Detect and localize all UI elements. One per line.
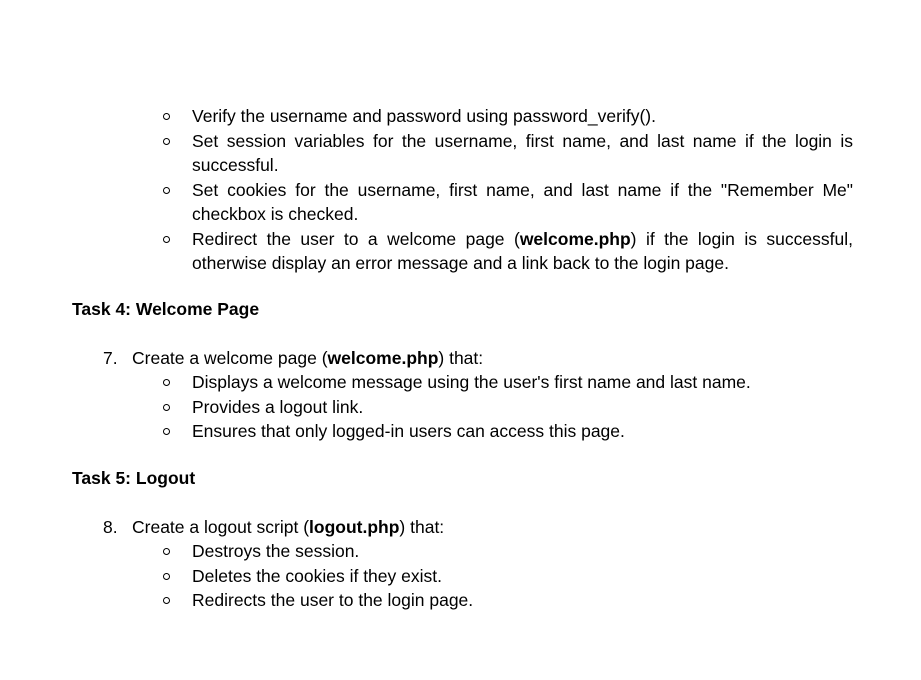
hollow-bullet-icon	[163, 597, 170, 604]
list-item: Set cookies for the username, first name…	[163, 178, 853, 227]
bullet-text: Set session variables for the username, …	[192, 130, 853, 176]
hollow-bullet-icon	[163, 137, 170, 145]
hollow-bullet-icon	[163, 428, 170, 435]
item-text-filename: logout.php	[309, 517, 400, 537]
task5-heading: Task 5: Logout	[72, 468, 196, 488]
hollow-bullet-icon	[163, 403, 170, 411]
bullet-text-pre: Redirect the user to a welcome page (	[192, 228, 520, 249]
item-text-filename: welcome.php	[327, 348, 439, 368]
hollow-bullet-icon	[163, 379, 170, 386]
hollow-bullet-icon	[163, 235, 170, 243]
task3-bullet-list: Verify the username and password using p…	[163, 104, 853, 276]
item-number: 7.	[103, 348, 118, 368]
bullet-text: Deletes the cookies if they exist.	[192, 565, 442, 586]
bullet-text: Set cookies for the username, first name…	[192, 179, 853, 225]
bullet-text: Redirects the user to the login page.	[192, 590, 474, 610]
item-text-post: ) that:	[438, 348, 484, 368]
task4-heading: Task 4: Welcome Page	[72, 299, 260, 319]
list-item: Redirect the user to a welcome page (wel…	[163, 227, 853, 276]
task5-bullet-list: Destroys the session. Deletes the cookie…	[163, 539, 853, 613]
item-text-pre: Create a logout script (	[132, 517, 310, 537]
task5-numbered-item: 8. Create a logout script (logout.php) th…	[103, 515, 444, 540]
hollow-bullet-icon	[163, 548, 170, 555]
item-text-post: ) that:	[399, 517, 445, 537]
bullet-text: Verify the username and password using p…	[192, 106, 656, 126]
bullet-text: Destroys the session.	[192, 541, 360, 561]
list-item: Set session variables for the username, …	[163, 129, 853, 178]
hollow-bullet-icon	[163, 572, 170, 580]
hollow-bullet-icon	[163, 113, 170, 120]
item-number: 8.	[103, 517, 118, 537]
bullet-text: Ensures that only logged-in users can ac…	[192, 421, 625, 441]
list-item: Ensures that only logged-in users can ac…	[163, 419, 853, 444]
task4-numbered-item: 7. Create a welcome page (welcome.php) th…	[103, 346, 483, 371]
list-item: Provides a logout link.	[163, 395, 853, 420]
list-item: Redirects the user to the login page.	[163, 588, 853, 613]
list-item: Destroys the session.	[163, 539, 853, 564]
list-item: Deletes the cookies if they exist.	[163, 564, 853, 589]
bullet-text-filename: welcome.php	[519, 228, 631, 249]
document-page: Verify the username and password using p…	[0, 0, 921, 680]
bullet-text: Displays a welcome message using the use…	[192, 372, 751, 392]
bullet-text: Provides a logout link.	[192, 396, 364, 417]
task4-bullet-list: Displays a welcome message using the use…	[163, 370, 853, 444]
list-item: Verify the username and password using p…	[163, 104, 853, 129]
list-item: Displays a welcome message using the use…	[163, 370, 853, 395]
item-text-pre: Create a welcome page (	[132, 348, 328, 368]
hollow-bullet-icon	[163, 186, 170, 194]
